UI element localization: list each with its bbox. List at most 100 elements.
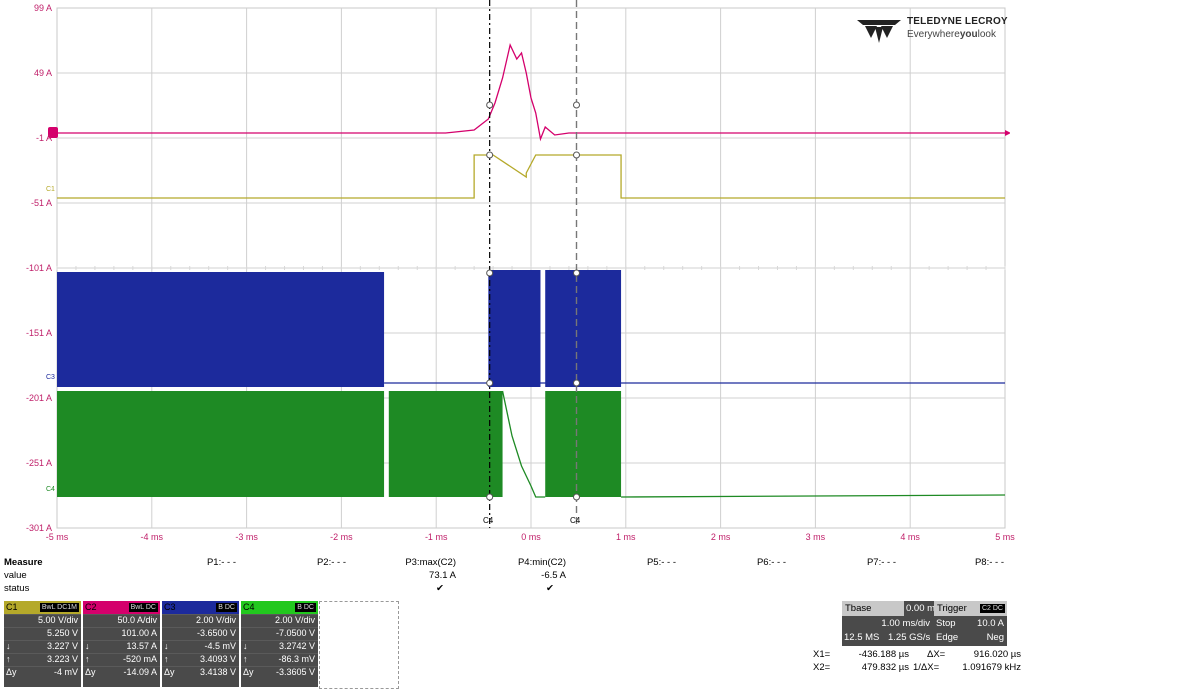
- channel-descriptor-c4[interactable]: C4 B DC 2.00 V/div -7.0500 V ↓ 3.2742 V ↑ -86.3…: [241, 601, 318, 687]
- channel-row: -7.0500 V: [241, 627, 318, 640]
- cursor-intersection-marker: [573, 269, 581, 277]
- y-axis-label: -51 A: [30, 198, 52, 208]
- channel-row-value: 3.4138 V: [199, 667, 236, 677]
- channel-row: Δy -3.3605 V: [241, 666, 318, 679]
- channel-row: 5.250 V: [4, 627, 81, 640]
- x-axis-label: 3 ms: [805, 532, 826, 542]
- cursor-b-label: C4: [570, 516, 581, 525]
- measure-param-label: P2:- - -: [316, 557, 346, 568]
- cursor-intersection-marker: [486, 101, 494, 109]
- cursor-intersection-marker: [573, 379, 581, 387]
- channel-row: 101.00 A: [83, 627, 160, 640]
- measure-param-status: ✔: [436, 583, 444, 594]
- channel-descriptor-c3[interactable]: C3 B DC 2.00 V/div -3.6500 V ↓ -4.5 mV ↑ 3.4093…: [162, 601, 239, 687]
- y-axis-label: -101 A: [25, 263, 52, 273]
- channel-row-value: 101.00 A: [121, 628, 157, 638]
- x-axis-label: -5 ms: [45, 532, 69, 542]
- c4-burst: [388, 391, 503, 497]
- measure-param-value: -6.5 A: [541, 570, 566, 581]
- cursor-intersection-marker: [486, 151, 494, 159]
- empty-descriptor-slot[interactable]: [319, 601, 399, 689]
- channel-name: C3: [164, 602, 176, 612]
- measure-param-value: 73.1 A: [429, 570, 456, 581]
- channel-row-value: -3.6500 V: [196, 628, 236, 638]
- y-axis-label: -151 A: [25, 328, 52, 338]
- channel-header: C3 B DC: [162, 601, 239, 614]
- channel-row: ↓ 3.2742 V: [241, 640, 318, 653]
- measure-param-label: P7:- - -: [866, 557, 896, 568]
- channel-descriptor-c2[interactable]: C2 BwL DC 50.0 A/div 101.00 A ↓ 13.57 A ↑ -520 …: [83, 601, 160, 687]
- channel-row-label: ↓: [85, 641, 90, 651]
- channel-row-value: 13.57 A: [126, 641, 157, 651]
- channel-row-value: -520 mA: [122, 654, 157, 664]
- measure-table[interactable]: Measure P1:- - - P2:- - - P3:max(C2) P4:min…: [4, 557, 1004, 601]
- channel-row: Δy 3.4138 V: [162, 666, 239, 679]
- c3-burst: [545, 270, 622, 387]
- x-axis-label: 4 ms: [900, 532, 920, 542]
- c4-trace-marker: C4: [46, 486, 55, 493]
- channel-row-value: 2.00 V/div: [195, 615, 236, 625]
- cursor-intersection-marker: [573, 101, 581, 109]
- channel-row-label: ↓: [164, 641, 169, 651]
- channel-row: 2.00 V/div: [162, 614, 239, 627]
- sample-count: 12.5 MS: [844, 632, 880, 643]
- channel-name: C1: [6, 602, 18, 612]
- channel-row-value: -7.0500 V: [275, 628, 315, 638]
- channel-name: C2: [85, 602, 97, 612]
- channel-header: C1 BwL DC1M: [4, 601, 81, 614]
- cursor-intersection-marker: [573, 151, 581, 159]
- timebase-trigger-box[interactable]: Tbase 0.00 ms Trigger C2 DC 1.00 ms/div S…: [842, 601, 1007, 646]
- measure-value-row: value 73.1 A -6.5 A: [4, 570, 1004, 582]
- sample-rate: 1.25 GS/s: [888, 632, 931, 643]
- channel-row-label: ↑: [6, 654, 11, 664]
- channel-row-value: 2.00 V/div: [274, 615, 315, 625]
- x1-value: -436.188 µs: [858, 649, 909, 660]
- trigger-slope: Neg: [986, 632, 1004, 643]
- cursor-intersection-marker: [486, 493, 494, 501]
- oscilloscope-screen: 99 A 49 A -1 A -51 A -101 A -151 A -201 A -251 …: [0, 0, 1194, 693]
- inv-dx-value: 1.091679 kHz: [962, 662, 1021, 673]
- channel-name: C4: [243, 602, 255, 612]
- cursor-a-label: C4: [483, 516, 494, 525]
- channel-descriptor-c1[interactable]: C1 BwL DC1M 5.00 V/div 5.250 V ↓ 3.227 V ↑ 3.22…: [4, 601, 81, 687]
- x2-label: X2=: [813, 662, 831, 673]
- channel-row-label: ↓: [6, 641, 11, 651]
- c4-burst: [57, 391, 385, 497]
- trigger-mode: Stop: [936, 618, 956, 629]
- x2-value: 479.832 µs: [861, 662, 909, 673]
- channel-row: Δy -4 mV: [4, 666, 81, 679]
- trigger-level-marker: [1005, 130, 1010, 136]
- x-axis-label: 0 ms: [521, 532, 541, 542]
- channel-header: C2 BwL DC: [83, 601, 160, 614]
- measure-param-label: P5:- - -: [646, 557, 676, 568]
- trigger-level: 10.0 A: [977, 618, 1004, 629]
- logo-mark-icon: [857, 20, 901, 43]
- c3-burst: [57, 272, 385, 387]
- y-axis-label: -1 A: [35, 133, 52, 143]
- channel-row-label: ↑: [164, 654, 169, 664]
- x-axis-label: -4 ms: [140, 532, 164, 542]
- channel-row: ↑ -520 mA: [83, 653, 160, 666]
- measure-param-label: P6:- - -: [756, 557, 786, 568]
- y-axis-label: 99 A: [33, 3, 52, 13]
- channel-row-value: 3.227 V: [46, 641, 78, 651]
- channel-row-label: ↑: [85, 654, 90, 664]
- cursor-intersection-marker: [486, 379, 494, 387]
- channel-row-value: 50.0 A/div: [117, 615, 157, 625]
- channel-row: Δy -14.09 A: [83, 666, 160, 679]
- channel-row-value: -14.09 A: [123, 667, 157, 677]
- channel-row-value: 3.4093 V: [199, 654, 236, 664]
- channel-header: C4 B DC: [241, 601, 318, 614]
- channel-row-value: -3.3605 V: [275, 667, 315, 677]
- channel-row: ↓ -4.5 mV: [162, 640, 239, 653]
- inv-dx-label: 1/ΔX=: [913, 662, 940, 673]
- x-axis-label: 2 ms: [710, 532, 731, 542]
- channel-row-value: 5.250 V: [46, 628, 78, 638]
- cursor-intersection-marker: [573, 493, 581, 501]
- x1-label: X1=: [813, 649, 831, 660]
- tbase-delay: 0.00 ms: [906, 603, 940, 614]
- cursor-intersection-marker: [486, 269, 494, 277]
- channel-row: -3.6500 V: [162, 627, 239, 640]
- c3-burst: [488, 270, 541, 387]
- waveform-display[interactable]: [0, 0, 1010, 530]
